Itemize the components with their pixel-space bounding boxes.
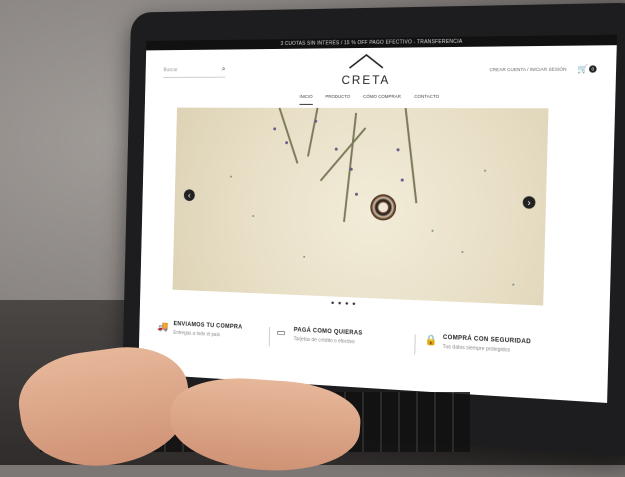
decor-flower <box>334 147 338 151</box>
feature-subtitle: Tus datos siempre protegidos <box>442 343 511 354</box>
decor-sprig <box>404 107 418 204</box>
decor-sprig <box>278 107 299 164</box>
feature-title: ENVIAMOS TU COMPRA <box>173 321 243 331</box>
cart-count-badge: 0 <box>588 65 597 73</box>
roof-icon <box>346 52 388 70</box>
main-nav: INICIO PRODUCTO CÓMO COMPRAR CONTACTO <box>145 89 616 105</box>
credit-card-icon: ▭ <box>276 327 286 339</box>
logo-text: CRETA <box>341 72 391 88</box>
site-logo[interactable]: CRETA <box>336 52 396 87</box>
decor-seed <box>230 175 232 178</box>
product-capsule-image <box>370 194 397 221</box>
divider <box>414 334 416 355</box>
search-input[interactable]: Buscar ⌕ <box>163 66 226 78</box>
decor-seed <box>461 251 464 254</box>
cart-icon[interactable]: 🛒 <box>577 64 588 73</box>
truck-icon: 🚚 <box>157 321 169 333</box>
feature-subtitle: Entregas a todo el país <box>173 329 221 339</box>
decor-flower <box>314 119 318 123</box>
nav-item-como-comprar[interactable]: CÓMO COMPRAR <box>363 90 401 104</box>
decor-seed <box>252 215 255 218</box>
divider <box>268 327 271 347</box>
slider-next-button[interactable]: › <box>522 196 536 209</box>
decor-flower <box>400 178 404 182</box>
feature-title: PAGÁ COMO QUIERAS <box>293 327 363 337</box>
browser-screen: 3 CUOTAS SIN INTERÉS / 15 % OFF PAGO EFE… <box>138 34 618 403</box>
decor-seed <box>484 169 487 172</box>
lock-icon: 🔒 <box>424 334 438 347</box>
search-placeholder: Buscar <box>163 67 178 74</box>
nav-item-contacto[interactable]: CONTACTO <box>414 90 439 104</box>
nav-item-inicio[interactable]: INICIO <box>299 90 313 105</box>
decor-flower <box>349 167 353 171</box>
decor-sprig <box>307 107 319 157</box>
slider-dots[interactable]: ● ● ● ● <box>331 300 357 307</box>
hero-slider[interactable]: ‹ › <box>172 107 549 306</box>
decor-flower <box>396 148 400 152</box>
site-header: Buscar ⌕ CRETA CREAR CUENTA / INICIAR SE… <box>145 45 617 90</box>
feature-subtitle: Tarjetas de crédito o efectivo <box>293 336 355 346</box>
slider-prev-button[interactable]: ‹ <box>183 189 195 202</box>
account-link[interactable]: CREAR CUENTA / INICIAR SESIÓN <box>489 67 566 73</box>
decor-flower <box>354 192 358 196</box>
decor-flower <box>273 127 277 131</box>
decor-flower <box>285 141 289 145</box>
decor-seed <box>431 229 434 232</box>
decor-sprig <box>319 127 367 182</box>
feature-security: 🔒 COMPRÁ CON SEGURIDAD Tus datos siempre… <box>424 331 581 389</box>
nav-item-producto[interactable]: PRODUCTO <box>325 90 350 104</box>
decor-seed <box>303 255 306 258</box>
decor-seed <box>512 283 515 286</box>
feature-payment: ▭ PAGÁ COMO QUIERAS Tarjetas de crédito … <box>276 324 413 379</box>
search-icon[interactable]: ⌕ <box>222 66 226 74</box>
